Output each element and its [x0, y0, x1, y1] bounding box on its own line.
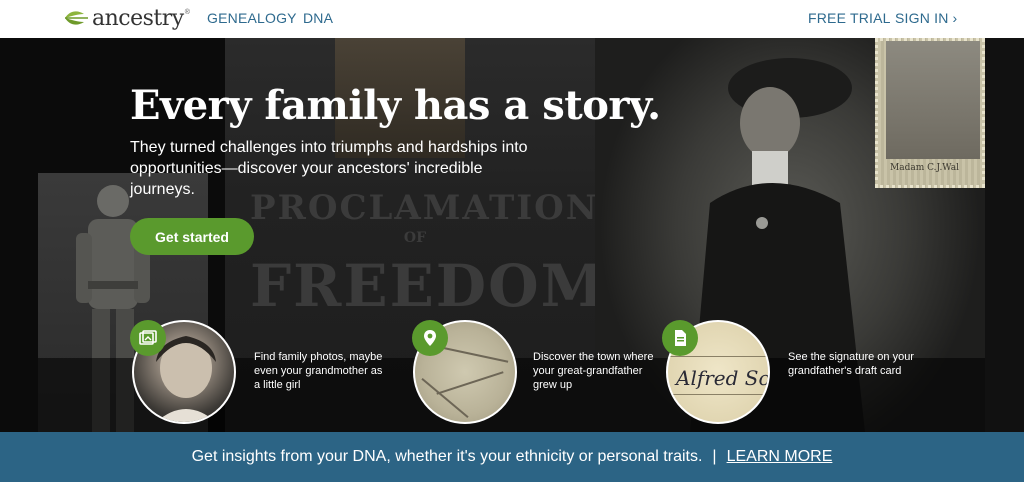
sign-in-link[interactable]: SIGN IN ›	[895, 10, 957, 26]
photos-badge	[130, 320, 166, 356]
photos-icon	[139, 330, 157, 345]
madam-cj-walker-stamp: Madam C.J.Wal	[875, 38, 985, 188]
ancestry-logo[interactable]: ancestry ®	[62, 4, 190, 32]
leaf-logo-icon	[65, 11, 88, 25]
hero-section: PROCLAMATION OF FREEDOM Madam C.J.Wal Ev…	[0, 38, 1024, 432]
hero-subtitle: They turned challenges into triumphs and…	[130, 139, 528, 198]
dna-banner: Get insights from your DNA, whether it's…	[0, 432, 1024, 482]
dna-banner-separator: |	[712, 448, 717, 465]
signature-script: Alfred Sol	[676, 366, 770, 390]
chevron-right-icon: ›	[952, 10, 958, 26]
nav-dna-link[interactable]: DNA	[303, 10, 333, 26]
card-line-top	[668, 356, 768, 357]
logo-wordmark: ancestry	[92, 5, 184, 31]
feature-hometown-text: Discover the town where your great-grand…	[533, 351, 654, 391]
of-word: OF	[403, 230, 427, 246]
location-pin-icon	[424, 330, 436, 346]
card-line-bottom	[668, 394, 768, 395]
map-road-line	[436, 371, 504, 395]
dna-banner-text: Get insights from your DNA, whether it's…	[191, 448, 703, 465]
stamp-caption: Madam C.J.Wal	[890, 163, 960, 173]
location-badge	[412, 320, 448, 356]
right-edge-strip	[985, 38, 1024, 432]
top-nav: ancestry ® GENEALOGY DNA FREE TRIAL SIGN…	[0, 0, 1024, 38]
freedom-word: FREEDOM	[250, 252, 607, 320]
feature-signature-text: See the signature on your grandfather's …	[788, 351, 914, 377]
nav-genealogy-link[interactable]: GENEALOGY	[207, 10, 297, 26]
hero-title: Every family has a story.	[130, 82, 661, 129]
trademark-symbol: ®	[184, 8, 190, 16]
document-badge	[662, 320, 698, 356]
learn-more-link[interactable]: LEARN MORE	[727, 448, 833, 466]
feature-photos-text: Find family photos, maybe even your gran…	[254, 351, 383, 391]
proclamation-document-text: PROCLAMATION OF FREEDOM	[250, 188, 607, 320]
stamp-portrait	[886, 41, 980, 159]
sign-in-label: SIGN IN	[895, 10, 949, 26]
document-icon	[675, 330, 686, 346]
get-started-button[interactable]: Get started	[130, 218, 254, 255]
free-trial-link[interactable]: FREE TRIAL	[808, 10, 891, 26]
